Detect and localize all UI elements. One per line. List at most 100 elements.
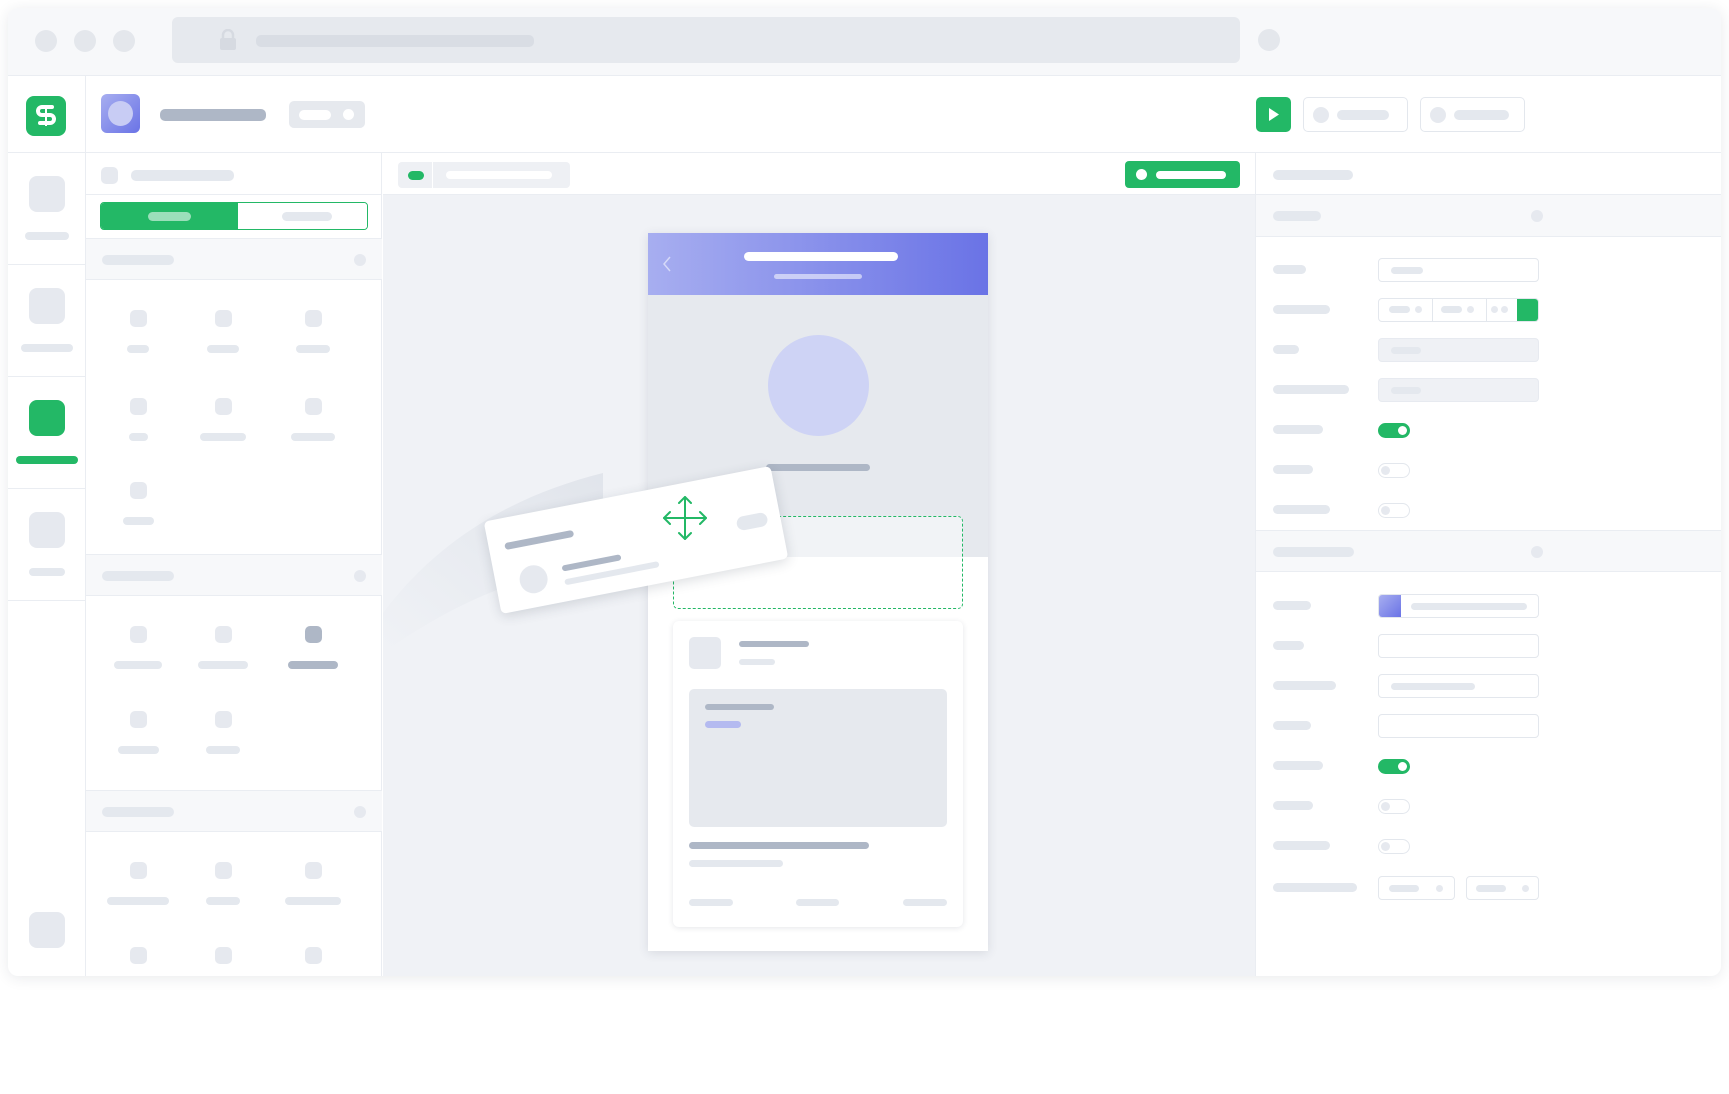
component-tile[interactable] [288,940,338,976]
prop-toggle-on[interactable] [1378,759,1410,774]
browser-chrome [8,8,1721,76]
prop-select-2[interactable] [1466,876,1539,900]
segment-color-swatch[interactable] [1517,299,1538,321]
component-tile[interactable] [198,940,248,976]
screen-header [648,233,988,295]
section-header-1[interactable] [86,238,382,280]
component-tile[interactable] [113,303,163,363]
nav-item-1[interactable] [8,152,86,264]
prop-label [1273,681,1336,690]
nav-settings-item[interactable] [29,912,65,948]
segment-2[interactable] [1433,299,1487,321]
publish-button[interactable] [1420,97,1525,132]
component-tile[interactable] [198,303,248,363]
nav-item-3-active[interactable] [8,376,86,488]
component-tile[interactable] [113,391,163,451]
window-close-button[interactable] [35,30,57,52]
prop-toggle-off[interactable] [1378,463,1410,478]
section-1-toggle-icon [354,254,366,266]
nav-item-4-icon [29,512,65,548]
segment-templates[interactable] [238,203,367,229]
props-section-header-1[interactable] [1256,195,1721,237]
nav-rail [8,76,86,976]
component-tile[interactable] [198,619,248,679]
card-action-2[interactable] [796,899,839,906]
component-tile-selected[interactable] [288,619,338,679]
prop-toggle-off[interactable] [1378,839,1410,854]
props-section-header-2[interactable] [1256,530,1721,572]
canvas-action-button[interactable] [1125,161,1240,188]
nav-item-1-label [25,232,69,240]
lock-icon [220,28,236,56]
component-tile[interactable] [198,855,248,915]
card-action-1[interactable] [689,899,733,906]
prop-input-filled[interactable] [1378,338,1539,362]
prop-toggle-off[interactable] [1378,799,1410,814]
component-tile[interactable] [113,475,163,535]
screen-title [744,252,898,261]
app-logo[interactable] [26,96,66,136]
panel-header [86,153,382,195]
prop-input[interactable] [1378,714,1539,738]
prop-color-input[interactable] [1378,594,1539,618]
properties-header [1256,153,1721,195]
component-tile[interactable] [198,391,248,451]
project-avatar[interactable] [101,94,140,133]
window-maximize-button[interactable] [113,30,135,52]
chevron-left-icon[interactable] [662,256,672,277]
component-tile[interactable] [107,855,169,915]
project-status-pill[interactable] [289,101,365,128]
component-tile[interactable] [288,303,338,363]
prop-label [1273,721,1311,730]
component-tile[interactable] [198,704,248,764]
section-header-2[interactable] [86,554,382,596]
profile-avatar[interactable] [768,335,869,436]
address-bar[interactable] [172,17,1240,63]
prop-input[interactable] [1378,634,1539,658]
url-placeholder [256,35,534,47]
card-title [739,641,809,647]
segment-1[interactable] [1379,299,1433,321]
nav-item-2-icon [29,288,65,324]
run-button[interactable] [1256,97,1291,132]
component-tile[interactable] [113,704,163,764]
section-2-toggle-icon [354,570,366,582]
component-tile[interactable] [288,391,338,451]
card-media-tag [705,721,741,728]
dragged-pill [735,511,769,532]
panel-header-icon [101,167,118,184]
chevron-down-icon [1436,885,1443,892]
prop-label [1273,801,1313,810]
color-swatch[interactable] [1379,595,1401,617]
segment-components-active[interactable] [101,203,238,229]
prop-input[interactable] [1378,674,1539,698]
component-tile[interactable] [285,855,341,915]
prop-label [1273,345,1299,354]
page-selector[interactable] [398,162,570,188]
browser-menu-button[interactable] [1258,29,1280,51]
component-tile[interactable] [113,619,163,679]
nav-item-4-label [29,568,65,576]
prop-label [1273,761,1323,770]
section-header-3[interactable] [86,790,382,832]
prop-segmented [1378,298,1539,322]
nav-item-4[interactable] [8,488,86,600]
prop-label [1273,465,1313,474]
window-minimize-button[interactable] [74,30,96,52]
prop-input[interactable] [1378,258,1539,282]
preview-button[interactable] [1303,97,1408,132]
nav-item-2[interactable] [8,264,86,376]
segment-3[interactable] [1487,299,1517,321]
components-panel [86,153,382,976]
prop-toggle-on[interactable] [1378,423,1410,438]
card-action-3[interactable] [903,899,947,906]
prop-input-filled[interactable] [1378,378,1539,402]
prop-label [1273,305,1330,314]
prop-select-1[interactable] [1378,876,1455,900]
prop-toggle-off[interactable] [1378,503,1410,518]
content-card[interactable] [673,621,963,927]
card-headline [689,842,869,849]
prop-label [1273,425,1323,434]
move-arrows-icon [660,493,710,548]
component-tile[interactable] [113,940,163,976]
